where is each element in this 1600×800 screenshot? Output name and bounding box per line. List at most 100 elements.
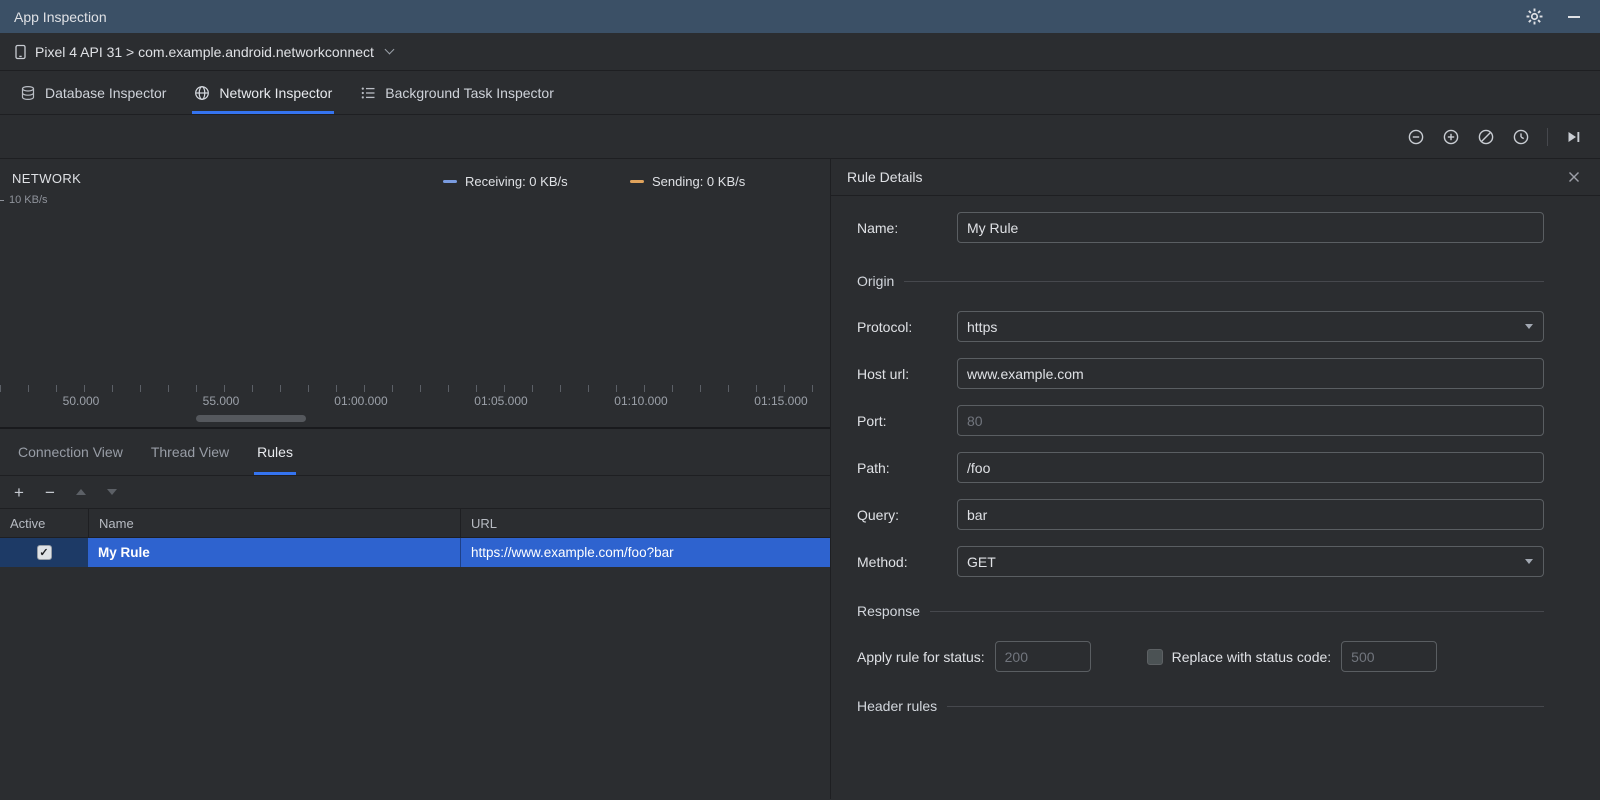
network-inspector-toolbar	[0, 115, 1600, 159]
time-tick-label: 55.000	[202, 394, 240, 408]
section-divider	[947, 705, 1544, 707]
inspector-tab-bar: Database Inspector Network Inspector Bac…	[0, 71, 1600, 115]
column-header-url[interactable]: URL	[460, 509, 830, 537]
time-tick-label: 01:15.000	[754, 394, 808, 408]
add-rule-icon[interactable]: +	[14, 484, 24, 501]
path-field[interactable]	[957, 452, 1544, 483]
settings-gear-icon[interactable]	[1522, 5, 1546, 29]
query-label: Query:	[857, 506, 900, 523]
go-to-live-icon[interactable]	[1562, 125, 1586, 149]
globe-icon	[194, 85, 210, 101]
network-timeline-panel: NETWORK 10 KB/s Receiving: 0 KB/s Sendin…	[0, 159, 831, 799]
section-divider	[904, 280, 1544, 282]
remove-rule-icon[interactable]: −	[45, 484, 55, 501]
method-value: GET	[967, 553, 996, 570]
time-tick-label: 01:10.000	[614, 394, 668, 408]
legend-label: Receiving: 0 KB/s	[465, 174, 568, 189]
response-section-label: Response	[857, 603, 921, 619]
move-rule-up-icon[interactable]	[75, 489, 86, 495]
path-label: Path:	[857, 459, 890, 476]
tab-label: Background Task Inspector	[385, 84, 554, 101]
chart-title: NETWORK	[12, 171, 82, 186]
dropdown-arrow-icon	[1525, 324, 1533, 329]
dropdown-arrow-icon	[1525, 559, 1533, 564]
apply-rule-for-status-label: Apply rule for status:	[857, 648, 985, 665]
column-header-name[interactable]: Name	[88, 509, 460, 537]
tab-label: Connection View	[18, 444, 123, 460]
rule-name-cell: My Rule	[88, 538, 460, 567]
zoom-in-icon[interactable]	[1439, 125, 1463, 149]
time-tick-label: 50.000	[62, 394, 100, 408]
tab-network-inspector[interactable]: Network Inspector	[180, 71, 346, 114]
method-dropdown[interactable]: GET	[957, 546, 1544, 577]
rule-details-header: Rule Details	[831, 159, 1600, 196]
tab-connection-view[interactable]: Connection View	[4, 429, 137, 475]
tab-label: Database Inspector	[45, 84, 167, 101]
task-list-icon	[360, 85, 376, 101]
timeline-scrollbar-thumb[interactable]	[196, 415, 306, 422]
time-tick-label: 01:05.000	[474, 394, 528, 408]
y-axis-tick	[0, 200, 4, 201]
receiving-color-swatch	[443, 180, 457, 183]
rule-active-cell: ✓	[0, 538, 88, 567]
database-icon	[20, 85, 36, 101]
header-rules-section-label: Header rules	[857, 698, 938, 714]
title-bar: App Inspection	[0, 0, 1600, 33]
reset-zoom-icon[interactable]	[1474, 125, 1498, 149]
status-code-field[interactable]	[994, 641, 1091, 672]
device-process-selector[interactable]: Pixel 4 API 31 > com.example.android.net…	[35, 44, 374, 60]
origin-section: Origin	[857, 273, 1544, 289]
protocol-label: Protocol:	[857, 318, 913, 335]
origin-section-label: Origin	[857, 273, 895, 289]
section-divider	[930, 610, 1544, 612]
host-url-label: Host url:	[857, 365, 910, 382]
name-field[interactable]	[957, 212, 1544, 243]
time-tick-label: 01:00.000	[334, 394, 388, 408]
zoom-out-icon[interactable]	[1404, 125, 1428, 149]
replace-with-status-code-label: Replace with status code:	[1171, 648, 1332, 665]
tab-rules[interactable]: Rules	[243, 429, 307, 475]
y-axis-label: 10 KB/s	[9, 194, 48, 206]
rule-active-checkbox[interactable]: ✓	[36, 545, 52, 560]
window-title: App Inspection	[14, 8, 107, 25]
close-icon[interactable]	[1564, 167, 1584, 187]
device-phone-icon	[12, 44, 28, 60]
time-axis-ticks	[0, 385, 830, 392]
response-section: Response	[857, 603, 1544, 619]
query-field[interactable]	[957, 499, 1544, 530]
protocol-value: https	[967, 318, 998, 335]
clock-icon[interactable]	[1509, 125, 1533, 149]
device-process-bar: Pixel 4 API 31 > com.example.android.net…	[0, 33, 1600, 71]
replace-status-code-field[interactable]	[1341, 641, 1438, 672]
port-label: Port:	[857, 412, 887, 429]
method-label: Method:	[857, 553, 908, 570]
column-header-active[interactable]: Active	[0, 509, 88, 537]
legend-receiving: Receiving: 0 KB/s	[443, 174, 568, 189]
rules-toolbar: + −	[0, 476, 830, 509]
host-url-field[interactable]	[957, 358, 1544, 389]
tab-label: Thread View	[150, 444, 230, 460]
checkmark-icon: ✓	[39, 547, 49, 559]
name-label: Name:	[857, 219, 899, 236]
network-chart[interactable]: NETWORK 10 KB/s Receiving: 0 KB/s Sendin…	[0, 159, 830, 429]
tab-thread-view[interactable]: Thread View	[137, 429, 243, 475]
minimize-icon[interactable]	[1562, 5, 1586, 29]
view-tab-bar: Connection View Thread View Rules	[0, 429, 830, 476]
protocol-dropdown[interactable]: https	[957, 311, 1544, 342]
legend-label: Sending: 0 KB/s	[652, 174, 746, 189]
move-rule-down-icon[interactable]	[106, 489, 117, 495]
rule-details-title: Rule Details	[847, 169, 923, 185]
tab-database-inspector[interactable]: Database Inspector	[6, 71, 180, 114]
header-rules-section: Header rules	[857, 698, 1544, 714]
tab-background-task-inspector[interactable]: Background Task Inspector	[346, 71, 568, 114]
tab-label: Network Inspector	[219, 84, 333, 101]
port-field[interactable]	[957, 405, 1544, 436]
toolbar-separator	[1547, 127, 1548, 146]
legend-sending: Sending: 0 KB/s	[630, 174, 745, 189]
sending-color-swatch	[630, 180, 644, 183]
replace-status-checkbox[interactable]	[1146, 648, 1163, 665]
chevron-down-icon	[384, 44, 395, 54]
rule-details-panel: Rule Details Name: Origin Protocol: http…	[831, 159, 1600, 799]
rule-details-form: Name: Origin Protocol: https Host url: P…	[831, 196, 1600, 736]
table-row[interactable]: ✓ My Rule https://www.example.com/foo?ba…	[0, 538, 830, 567]
